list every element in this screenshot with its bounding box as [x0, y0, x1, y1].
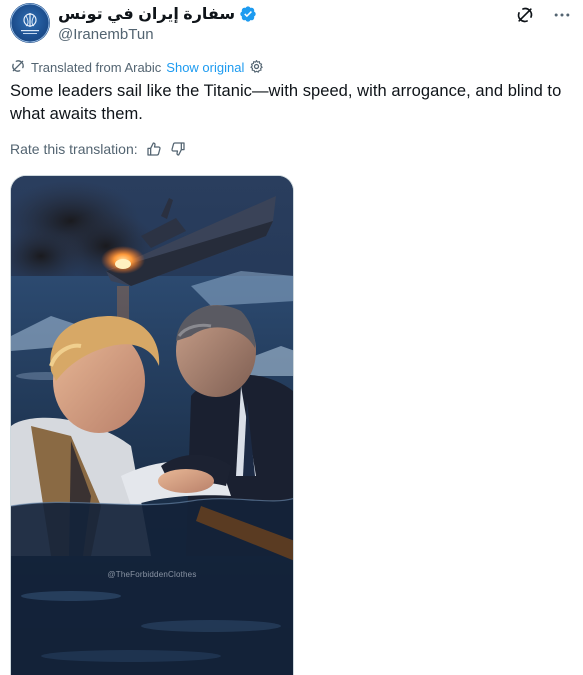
grok-icon[interactable]	[515, 5, 535, 25]
avatar[interactable]	[10, 3, 50, 43]
account-info: سفارة إيران في تونس @IranembTun	[58, 3, 257, 43]
handle[interactable]: @IranembTun	[58, 26, 257, 43]
thumbs-down-icon[interactable]	[170, 141, 186, 157]
tweet-header: سفارة إيران في تونس @IranembTun	[10, 2, 575, 46]
translated-label: Translated from Arabic	[31, 60, 162, 75]
gear-icon[interactable]	[249, 59, 264, 77]
verified-badge-icon	[239, 5, 257, 23]
display-name[interactable]: سفارة إيران في تونس	[58, 4, 235, 24]
rate-translation: Rate this translation:	[10, 141, 186, 157]
embassy-emblem-icon	[10, 3, 50, 43]
rate-label: Rate this translation:	[10, 141, 138, 157]
thumbs-up-icon[interactable]	[146, 141, 162, 157]
translation-info: Translated from Arabic Show original	[10, 58, 264, 77]
media-watermark: @TheForbiddenClothes	[107, 570, 197, 579]
tweet: سفارة إيران في تونس @IranembTun Translat…	[0, 0, 583, 675]
tweet-media-image[interactable]: @TheForbiddenClothes	[10, 175, 294, 675]
tweet-text: Some leaders sail like the Titanic—with …	[10, 82, 562, 123]
show-original-link[interactable]: Show original	[166, 60, 244, 75]
more-icon[interactable]	[551, 4, 573, 26]
titanic-scene-illustration	[11, 176, 293, 675]
translate-icon	[10, 58, 26, 77]
